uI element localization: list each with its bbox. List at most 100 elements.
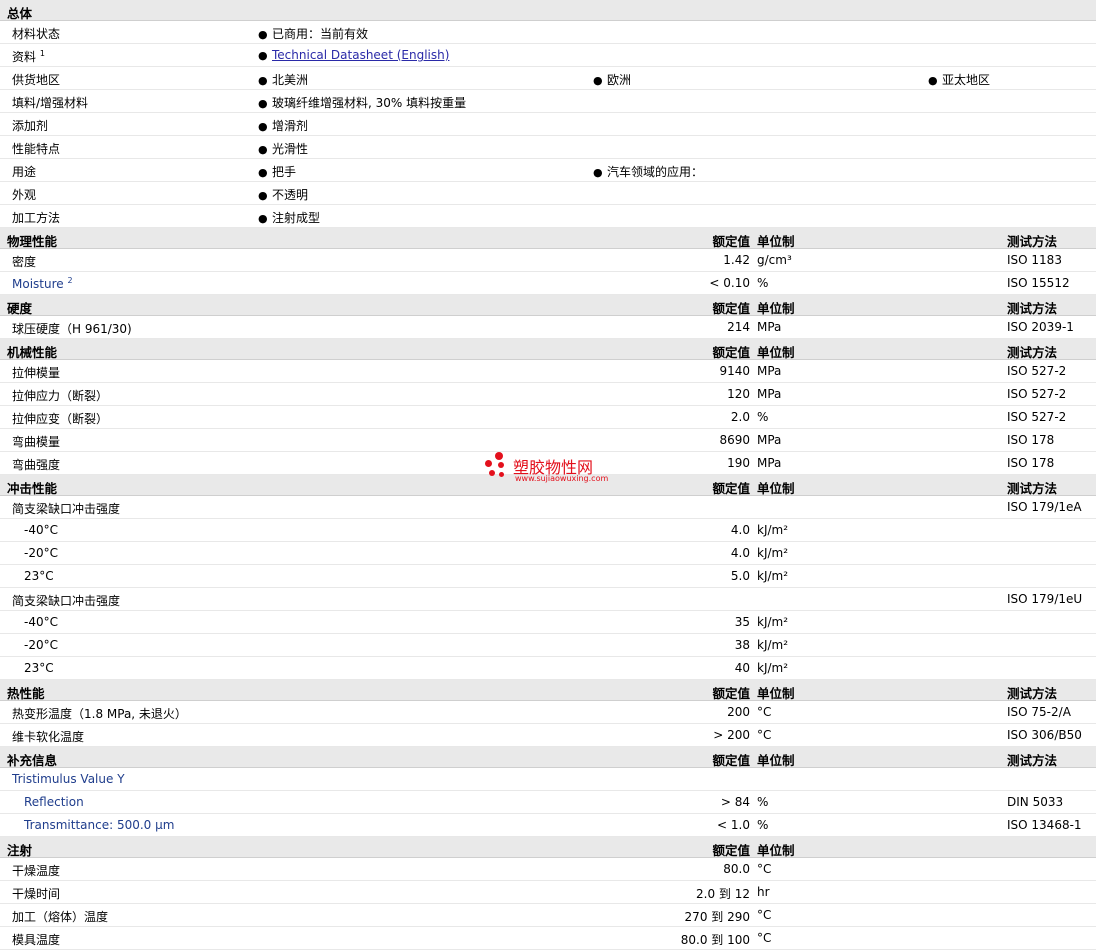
property-sections: 物理性能 额定值 单位制 测试方法 密度 1.42 g/cm³ ISO 1183 Moistur… — [0, 228, 1096, 950]
row-label: 用途 — [12, 163, 36, 180]
section-title: 硬度 — [7, 301, 33, 316]
property-label-text: 拉伸应变（断裂） — [12, 412, 109, 426]
test-method: ISO 179/1eU — [1007, 592, 1083, 606]
unit-header: 单位制 — [757, 753, 795, 768]
property-row: -20°C 38 kJ/m² — [0, 634, 1096, 657]
unit-value: MPa — [757, 456, 782, 470]
property-label-text: 热变形温度（1.8 MPa, 未退火） — [12, 707, 187, 721]
section-header: 补充信息 额定值 单位制 测试方法 — [0, 747, 1096, 768]
unit-value: kJ/m² — [757, 546, 789, 560]
overview-item: ● 已商用：当前有效 — [258, 25, 368, 42]
nominal-value: 35 — [734, 615, 750, 629]
overview-row: 外观 ● 不透明 — [0, 182, 1096, 205]
property-row: 干燥时间 2.0 到 12 hr — [0, 881, 1096, 904]
unit-value: % — [757, 795, 769, 809]
property-row: 简支梁缺口冲击强度 ISO 179/1eA — [0, 496, 1096, 519]
nominal-header: 额定值 — [712, 301, 750, 316]
property-row: 干燥温度 80.0 °C — [0, 858, 1096, 881]
property-label: 热变形温度（1.8 MPa, 未退火） — [12, 705, 187, 722]
logo-dots-icon — [485, 452, 513, 482]
property-label: Moisture 2 — [12, 276, 73, 291]
nominal-value: 40 — [734, 661, 750, 675]
section-header-overview: 总体 — [0, 0, 1096, 21]
bullet-icon: ● — [928, 74, 938, 87]
method-header: 测试方法 — [1007, 481, 1058, 496]
nominal-value: 1.42 — [723, 253, 750, 267]
row-label-text: 资料 — [12, 50, 37, 64]
nominal-value: 214 — [727, 320, 750, 334]
unit-value: % — [757, 276, 769, 290]
property-row: Transmittance: 500.0 µm < 1.0% ISO 13468-1 — [0, 814, 1096, 837]
nominal-value: < 1.0 — [717, 818, 750, 832]
overview-item-text: 注射成型 — [272, 211, 321, 225]
nominal-value: < 0.10 — [709, 276, 750, 290]
overview-item: ● 把手 — [258, 163, 296, 180]
unit-header: 单位制 — [757, 843, 795, 858]
section-title: 机械性能 — [7, 345, 58, 360]
property-row: 拉伸应变（断裂） 2.0% ISO 527-2 — [0, 406, 1096, 429]
unit-header: 单位制 — [757, 301, 795, 316]
bullet-icon: ● — [258, 28, 268, 41]
unit-value: g/cm³ — [757, 253, 792, 267]
overview-item: ● 玻璃纤维增强材料, 30% 填料按重量 — [258, 94, 466, 111]
section-header: 注射 额定值 单位制 — [0, 837, 1096, 858]
unit-header: 单位制 — [757, 481, 795, 496]
property-row: 球压硬度（H 961/30) 214 MPa ISO 2039-1 — [0, 316, 1096, 339]
overview-row: 资料 1 ● Technical Datasheet (English) — [0, 44, 1096, 67]
row-label-text: 外观 — [12, 188, 37, 202]
test-method: DIN 5033 — [1007, 795, 1064, 809]
overview-item[interactable]: ● Technical Datasheet (English) — [258, 48, 449, 62]
nominal-header: 额定值 — [712, 234, 750, 249]
test-method: ISO 527-2 — [1007, 387, 1067, 401]
nominal-value: 120 — [727, 387, 750, 401]
property-label-text: 干燥温度 — [12, 864, 61, 878]
property-row: 模具温度 80.0 到 100 °C — [0, 927, 1096, 950]
property-label: Transmittance: 500.0 µm — [24, 818, 174, 832]
property-label: 拉伸应变（断裂） — [12, 410, 108, 427]
property-label-text: -20°C — [24, 546, 58, 560]
test-method: ISO 75-2/A — [1007, 705, 1071, 719]
section-title: 注射 — [7, 843, 33, 858]
row-label-text: 填料/增强材料 — [12, 96, 89, 110]
section-header: 机械性能 额定值 单位制 测试方法 — [0, 339, 1096, 360]
property-label-text: Transmittance: 500.0 µm — [24, 818, 175, 832]
row-label: 添加剂 — [12, 117, 48, 134]
property-row: -20°C 4.0 kJ/m² — [0, 542, 1096, 565]
property-label-text: -20°C — [24, 638, 58, 652]
test-method: ISO 15512 — [1007, 276, 1070, 290]
property-label-text: 干燥时间 — [12, 887, 61, 901]
property-label: 弯曲模量 — [12, 433, 60, 450]
section-title: 冲击性能 — [7, 481, 58, 496]
nominal-value: > 84 — [720, 795, 750, 809]
property-label-text: 弯曲模量 — [12, 435, 61, 449]
footnote-marker: 2 — [67, 276, 73, 285]
row-label: 性能特点 — [12, 140, 60, 157]
bullet-icon: ● — [593, 74, 603, 87]
overview-row: 添加剂 ● 增滑剂 — [0, 113, 1096, 136]
bullet-icon: ● — [593, 166, 603, 179]
nominal-value: 4.0 — [730, 546, 750, 560]
overview-item-text: 光滑性 — [272, 142, 309, 156]
method-header: 测试方法 — [1007, 686, 1058, 701]
method-header: 测试方法 — [1007, 301, 1058, 316]
property-label: 弯曲强度 — [12, 456, 60, 473]
property-label: 拉伸模量 — [12, 364, 60, 381]
property-label-text: 拉伸模量 — [12, 366, 61, 380]
overview-item: ● 汽车领域的应用： — [593, 163, 703, 180]
nominal-value: 2.0 — [730, 410, 750, 424]
row-label: 材料状态 — [12, 25, 60, 42]
datasheet-link[interactable]: Technical Datasheet (English) — [272, 48, 449, 62]
nominal-value: 8690 — [719, 433, 750, 447]
overview-item-text: 北美洲 — [272, 73, 309, 87]
unit-value: °C — [757, 705, 772, 719]
overview-item-text: 不透明 — [272, 188, 309, 202]
unit-header: 单位制 — [757, 234, 795, 249]
nominal-value: 200 — [727, 705, 750, 719]
property-label-text: Tristimulus Value Y — [12, 772, 125, 786]
test-method: ISO 2039-1 — [1007, 320, 1074, 334]
unit-value: kJ/m² — [757, 523, 789, 537]
property-row: 加工（熔体）温度 270 到 290 °C — [0, 904, 1096, 927]
unit-value: °C — [757, 931, 772, 945]
property-label-text: 密度 — [12, 255, 37, 269]
bullet-icon: ● — [258, 166, 268, 179]
